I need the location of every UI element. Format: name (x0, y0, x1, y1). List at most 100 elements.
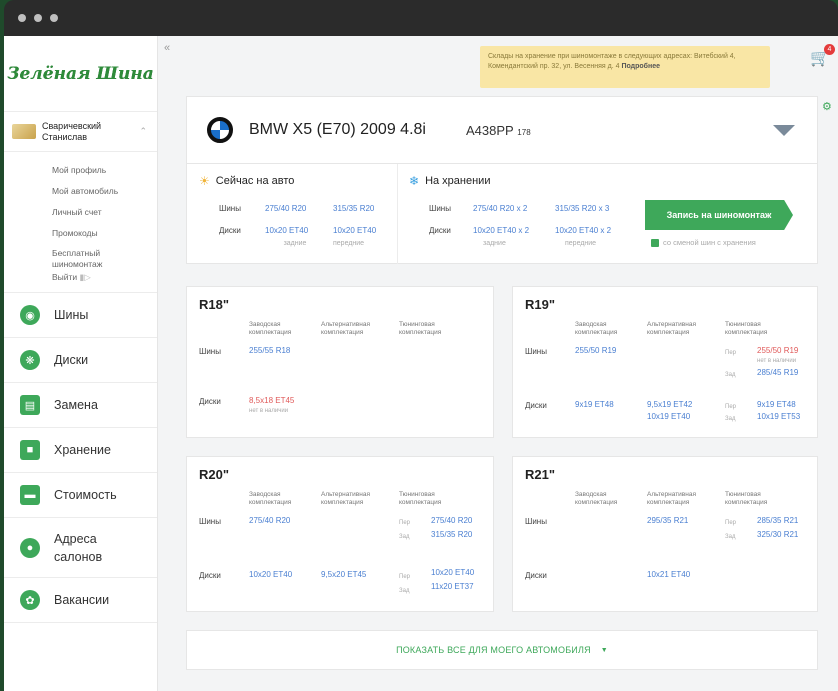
nav-tires-label: Шины (54, 308, 89, 322)
r19-rim-alt-2[interactable]: 10x19 ET40 (647, 411, 690, 423)
car-selector[interactable]: BMW X5 (E70) 2009 4.8i А438РР 178 (186, 96, 818, 164)
user-second-line: Станислав (42, 131, 88, 142)
size-card-r21: R21" Заводская комплектация Альтернативн… (512, 456, 818, 612)
collapse-sidebar-icon[interactable]: « (164, 42, 170, 54)
r19-rim-tuning-front[interactable]: 9x19 ET48 (757, 399, 796, 411)
nav-replacement[interactable]: ▤ Замена (4, 383, 157, 428)
window-minimize-dot[interactable] (34, 14, 42, 22)
bmw-logo-icon (207, 117, 233, 143)
on-car-rims-rear-note: передние (333, 240, 365, 247)
nav-rims[interactable]: ❋ Диски (4, 338, 157, 383)
r20-tire-factory[interactable]: 275/40 R20 (249, 515, 290, 527)
submenu-promocodes[interactable]: Промокоды (52, 223, 157, 244)
r21-rim-alt[interactable]: 10x21 ET40 (647, 569, 690, 581)
r20-rims-label: Диски (199, 571, 221, 580)
r18-rim-factory-note: нет в наличии (249, 408, 289, 414)
book-fitting-button[interactable]: Запись на шиномонтаж (645, 200, 793, 230)
r20-front-axle-label: Пер (399, 520, 410, 526)
r18-tuning-header: Тюнинговая комплектация (399, 321, 442, 336)
car-name: BMW X5 (E70) 2009 4.8i (249, 121, 426, 138)
logo[interactable]: Зелёная Шина (4, 36, 157, 112)
map-pin-icon: ● (20, 537, 40, 558)
submenu-free-fitting[interactable]: Бесплатный шиномонтаж (52, 244, 116, 270)
r18-rims-label: Диски (199, 397, 221, 406)
window-close-dot[interactable] (18, 14, 26, 22)
on-car-tires-front[interactable]: 275/40 R20 (265, 204, 306, 213)
notice-more-link[interactable]: Подробнее (621, 63, 660, 70)
nav-addresses[interactable]: ● Адреса салонов (4, 518, 157, 578)
r20-rim-alt[interactable]: 9,5x20 ET45 (321, 569, 366, 581)
r19-tire-factory[interactable]: 255/50 R19 (575, 345, 616, 357)
window-titlebar (4, 0, 838, 36)
r20-rim-tuning-front[interactable]: 10x20 ET40 (431, 567, 474, 579)
storage-tires-front[interactable]: 275/40 R20 x 2 (473, 204, 527, 213)
submenu-my-car[interactable]: Мой автомобиль (52, 181, 157, 202)
storage-rims-rear-note: передние (565, 240, 597, 247)
r21-alt-header: Альтернативная комплектация (647, 491, 696, 506)
on-car-section: ☀ Сейчас на авто (199, 174, 294, 188)
storage-rims-front[interactable]: 10x20 ET40 x 2 (473, 226, 529, 235)
garage-icon: ■ (20, 440, 40, 460)
chevron-down-icon: ▼ (600, 646, 608, 654)
r19-rim-rear-axle-label: Зад (725, 416, 736, 422)
r20-tires-label: Шины (199, 517, 221, 526)
plate-number: А438РР (465, 122, 514, 138)
r19-rear-axle-label: Зад (725, 372, 736, 378)
submenu-account[interactable]: Личный счет (52, 202, 157, 223)
r20-rim-tuning-rear[interactable]: 11x20 ET37 (431, 581, 474, 593)
nav-replacement-label: Замена (54, 398, 98, 412)
r20-rim-factory[interactable]: 10x20 ET40 (249, 569, 292, 581)
r20-tire-tuning-front[interactable]: 275/40 R20 (431, 515, 472, 527)
nav-storage[interactable]: ■ Хранение (4, 428, 157, 473)
section-divider (397, 164, 398, 264)
nav-vacancies[interactable]: ✿ Вакансии (4, 578, 157, 623)
r20-alt-header: Альтернативная комплектация (321, 491, 370, 506)
r19-factory-header: Заводская комплектация (575, 321, 618, 336)
storage-tires-rear[interactable]: 315/35 R20 x 3 (555, 204, 609, 213)
storage-rims-label: Диски (429, 226, 451, 235)
r20-title: R20" (199, 467, 230, 482)
nav-price[interactable]: ▬ Стоимость (4, 473, 157, 518)
r18-tire-factory[interactable]: 255/55 R18 (249, 345, 290, 357)
size-card-r20: R20" Заводская комплектация Альтернативн… (186, 456, 494, 612)
window-maximize-dot[interactable] (50, 14, 58, 22)
on-car-rims-front-note: задние (283, 240, 307, 247)
on-car-rims-rear[interactable]: 10x20 ET40 (333, 226, 376, 235)
r21-tire-tuning-front[interactable]: 285/35 R21 (757, 515, 798, 527)
on-car-tires-rear[interactable]: 315/35 R20 (333, 204, 374, 213)
show-all-button[interactable]: ПОКАЗАТЬ ВСЕ ДЛЯ МОЕГО АВТОМОБИЛЯ ▼ (186, 630, 818, 670)
swap-from-storage-checkbox[interactable]: со сменой шин с хранения (651, 238, 756, 247)
r20-tire-tuning-rear[interactable]: 315/35 R20 (431, 529, 472, 541)
r19-rim-factory[interactable]: 9x19 ET48 (575, 399, 614, 411)
loyalty-card-icon (12, 124, 36, 139)
r19-alt-header: Альтернативная комплектация (647, 321, 696, 336)
browser-window: Зелёная Шина Сваричевский Станислав ⌃ Мо… (4, 0, 838, 691)
swap-checkbox-label: со сменой шин с хранения (663, 238, 756, 247)
plate-region: 178 (517, 127, 531, 137)
storage-rims-rear[interactable]: 10x20 ET40 x 2 (555, 226, 611, 235)
r19-title: R19" (525, 297, 556, 312)
nav-rims-label: Диски (54, 353, 89, 367)
gear-icon[interactable]: ⚙ (822, 100, 832, 113)
r19-tire-tuning-rear[interactable]: 285/45 R19 (757, 367, 798, 379)
r19-rim-tuning-rear[interactable]: 10x19 ET53 (757, 411, 800, 423)
user-name: Сваричевский Станислав (42, 121, 101, 143)
nav-addresses-label: Адреса салонов (54, 531, 103, 564)
nav-tires[interactable]: ◉ Шины (4, 293, 157, 338)
dropdown-arrow-icon[interactable] (773, 124, 795, 136)
r20-factory-header: Заводская комплектация (249, 491, 292, 506)
submenu-my-profile[interactable]: Мой профиль (52, 160, 157, 181)
on-car-rims-front[interactable]: 10x20 ET40 (265, 226, 308, 235)
r18-factory-header: Заводская комплектация (249, 321, 292, 336)
logout-link[interactable]: Выйти ▮▷ (52, 270, 157, 284)
r21-tire-alt[interactable]: 295/35 R21 (647, 515, 688, 527)
r21-tire-tuning-rear[interactable]: 325/30 R21 (757, 529, 798, 541)
r19-tuning-header: Тюнинговая комплектация (725, 321, 768, 336)
user-profile-toggle[interactable]: Сваричевский Станислав ⌃ (4, 112, 157, 152)
r20-rear-axle-label: Зад (399, 534, 410, 540)
r19-rim-alt-1[interactable]: 9,5x19 ET42 (647, 399, 692, 411)
storage-rims-front-note: задние (483, 240, 506, 247)
r18-title: R18" (199, 297, 230, 312)
r21-title: R21" (525, 467, 556, 482)
r21-tires-label: Шины (525, 517, 547, 526)
